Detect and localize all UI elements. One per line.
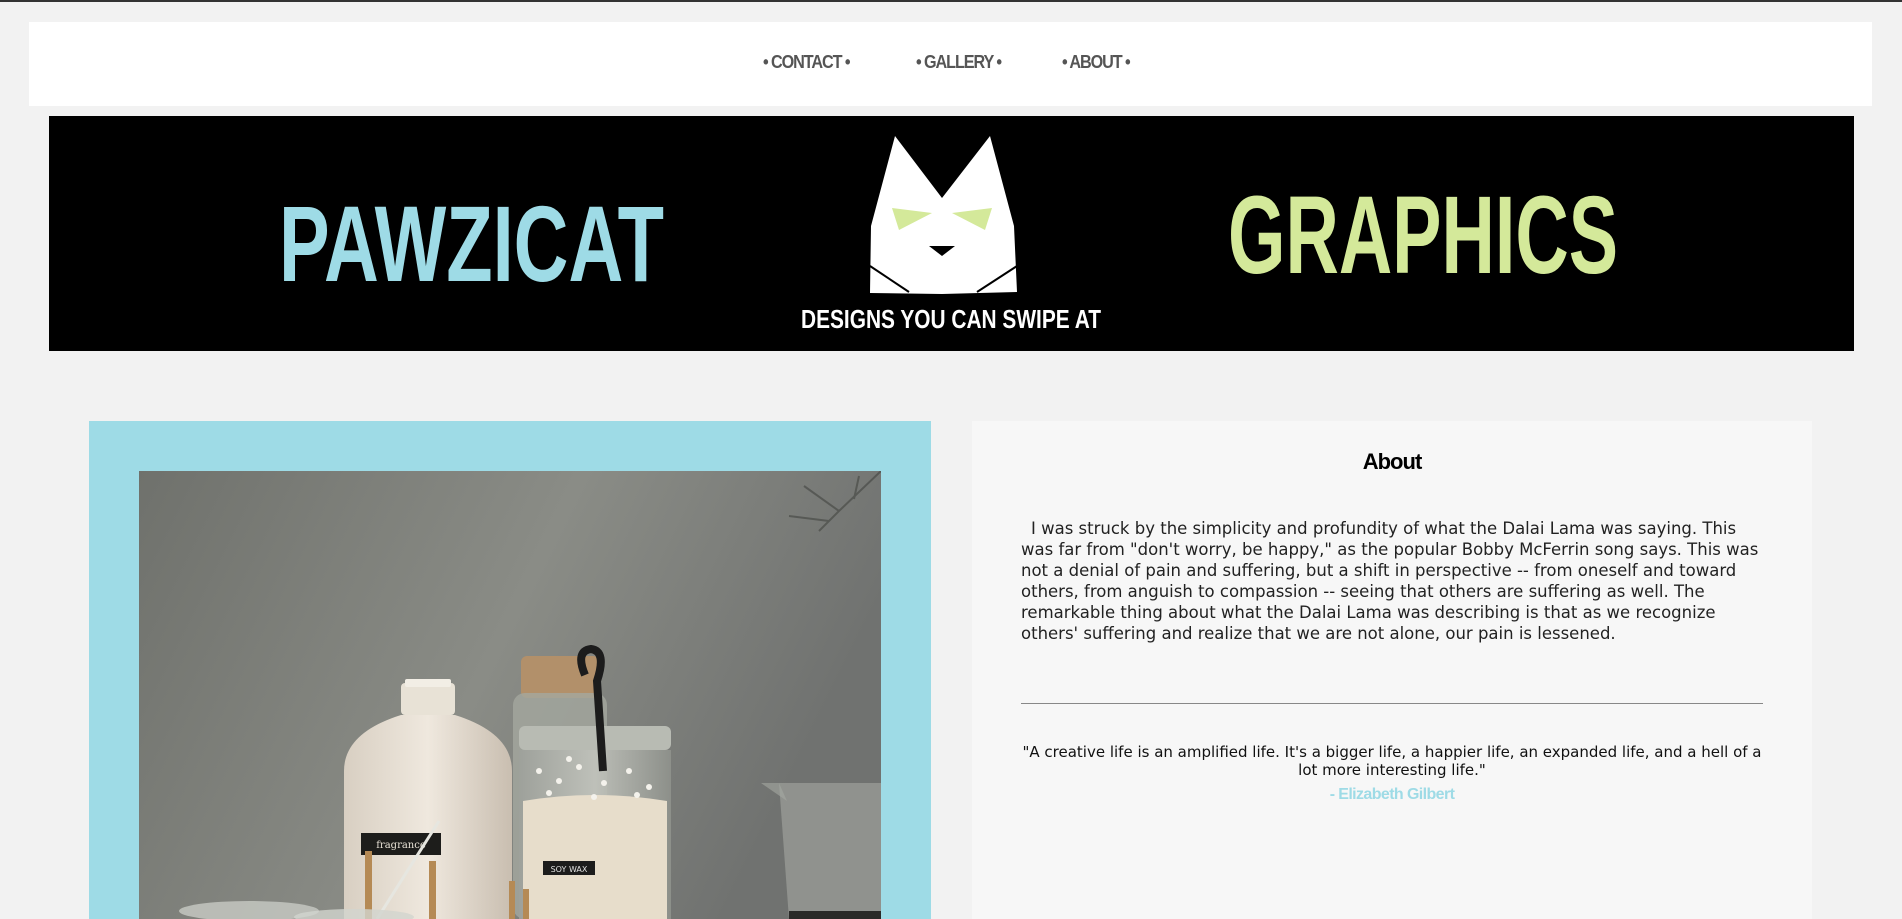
- about-title: About: [1362, 449, 1423, 474]
- top-border: [0, 0, 1902, 2]
- brand-banner: PAWZICAT GRAPHICS DESIGNS YOU CAN SWIPE …: [49, 116, 1854, 351]
- banner-right-word: GRAPHICS: [1228, 174, 1618, 297]
- banner-graphic: PAWZICAT GRAPHICS DESIGNS YOU CAN SWIPE …: [279, 136, 1618, 334]
- feature-image-panel: fragrance SOY WAX: [89, 421, 931, 919]
- cat-head-icon: [869, 136, 1018, 294]
- candle-supplies-photo: fragrance SOY WAX: [139, 471, 881, 919]
- nav-gallery-link[interactable]: • GALLERY •: [916, 52, 1002, 73]
- nav-contact-link[interactable]: • CONTACT •: [763, 52, 851, 73]
- quote-author: - Elizabeth Gilbert: [1329, 786, 1455, 803]
- about-divider: [1021, 703, 1763, 704]
- quote-text: "A creative life is an amplified life. I…: [1022, 743, 1762, 779]
- banner-tagline: DESIGNS YOU CAN SWIPE AT: [801, 304, 1101, 334]
- bottle-label: fragrance: [376, 840, 426, 851]
- about-panel: About I was struck by the simplicity and…: [972, 421, 1812, 919]
- jar-label: SOY WAX: [551, 865, 588, 874]
- nav-about-link[interactable]: • ABOUT •: [1062, 52, 1131, 73]
- about-body-text: I was struck by the simplicity and profu…: [1021, 519, 1759, 643]
- banner-left-word: PAWZICAT: [279, 183, 664, 304]
- photo-illustration: fragrance SOY WAX: [139, 471, 881, 919]
